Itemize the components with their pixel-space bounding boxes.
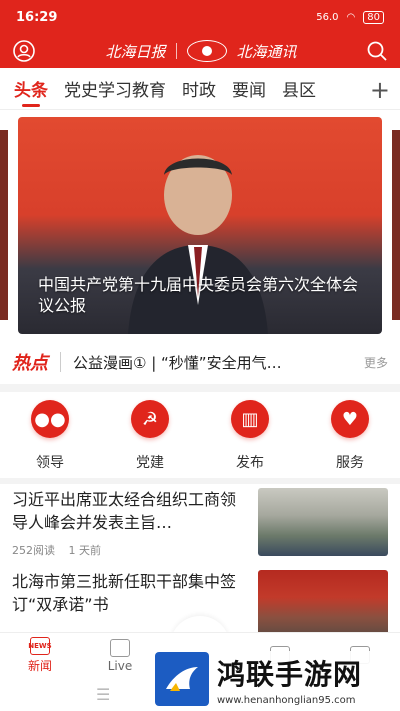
- hot-label: 热点: [12, 353, 48, 374]
- party-emblem-icon: ☭: [131, 400, 169, 438]
- news-meta: 252阅读 1 天前: [12, 542, 111, 558]
- people-icon: ●●: [31, 400, 69, 438]
- heart-hand-icon: ♥: [331, 400, 369, 438]
- news-title[interactable]: 北海市第三批新任职干部集中签订“双承诺”书: [12, 570, 246, 616]
- watermark-title: 鸿联手游网: [217, 657, 363, 691]
- news-icon: NEWS: [28, 637, 52, 655]
- tab-news[interactable]: 要闻: [232, 76, 266, 101]
- battery-icon: 80: [363, 10, 384, 24]
- hot-ticker[interactable]: 热点 公益漫画① | “秒懂”安全用气… 更多: [0, 342, 400, 382]
- service-release[interactable]: ▥ 发布: [210, 400, 290, 474]
- service-party[interactable]: ☭ 党建: [110, 400, 190, 474]
- logo-emblem-icon: [186, 40, 227, 62]
- news-thumbnail[interactable]: [258, 488, 388, 556]
- carousel-next-peek[interactable]: [392, 130, 400, 320]
- wifi-icon: ◠: [346, 11, 356, 23]
- hero-banner[interactable]: 中国共产党第十九届中央委员会第六次全体会议公报: [18, 117, 382, 334]
- news-item[interactable]: 习近平出席亚太经合组织工商领导人峰会并发表主旨… 252阅读 1 天前: [0, 484, 400, 566]
- status-time: 16:29: [16, 9, 58, 25]
- menu-icon[interactable]: ☰: [96, 685, 110, 704]
- status-icons: 56.0 ◠ 80: [316, 10, 384, 24]
- hot-headline[interactable]: 公益漫画① | “秒懂”安全用气…: [73, 352, 356, 373]
- add-channel-icon[interactable]: +: [363, 76, 390, 104]
- service-help[interactable]: ♥ 服务: [310, 400, 390, 474]
- news-thumbnail[interactable]: [258, 570, 388, 638]
- app-header: 北海日报 北海通讯: [0, 34, 400, 68]
- more-link[interactable]: 更多: [364, 354, 388, 371]
- video-camera-icon: [110, 638, 130, 657]
- service-grid: ●● 领导 ☭ 党建 ▥ 发布 ♥ 服务: [0, 400, 400, 474]
- service-leaders[interactable]: ●● 领导: [10, 400, 90, 474]
- tab-headline[interactable]: 头条: [14, 76, 48, 107]
- news-title[interactable]: 习近平出席亚太经合组织工商领导人峰会并发表主旨…: [12, 488, 246, 534]
- tab-party-history[interactable]: 党史学习教育: [64, 76, 166, 101]
- carousel-prev-peek[interactable]: [0, 130, 8, 320]
- tab-live[interactable]: Live: [90, 638, 150, 673]
- service-label: 服务: [336, 455, 364, 471]
- watermark: 鸿联手游网 www.henanhonglian95.com: [155, 651, 395, 707]
- user-icon[interactable]: [12, 39, 36, 63]
- paper-name: 北海日报: [105, 42, 166, 61]
- section-divider: [0, 384, 400, 392]
- service-label: 发布: [236, 455, 264, 471]
- tab-politics[interactable]: 时政: [182, 76, 216, 101]
- publish-time: 1 天前: [68, 544, 102, 557]
- hero-caption: 中国共产党第十九届中央委员会第六次全体会议公报: [38, 275, 359, 315]
- service-label: 党建: [136, 455, 164, 471]
- search-icon[interactable]: [366, 40, 388, 62]
- watermark-logo-icon: [155, 652, 209, 706]
- service-label: 领导: [36, 455, 64, 471]
- building-icon: ▥: [231, 400, 269, 438]
- watermark-url: www.henanhonglian95.com: [217, 694, 356, 706]
- tab-county[interactable]: 县区: [282, 76, 316, 101]
- app-name: 北海通讯: [236, 42, 297, 61]
- channel-tabs: 头条 党史学习教育 时政 要闻 县区 +: [0, 68, 400, 110]
- status-bar: 16:29 56.0 ◠ 80: [0, 0, 400, 34]
- tab-news-bottom[interactable]: NEWS 新闻: [10, 637, 70, 674]
- network-speed: 56.0: [316, 11, 339, 23]
- read-count: 252阅读: [12, 544, 55, 557]
- app-logo: 北海日报 北海通讯: [105, 40, 297, 62]
